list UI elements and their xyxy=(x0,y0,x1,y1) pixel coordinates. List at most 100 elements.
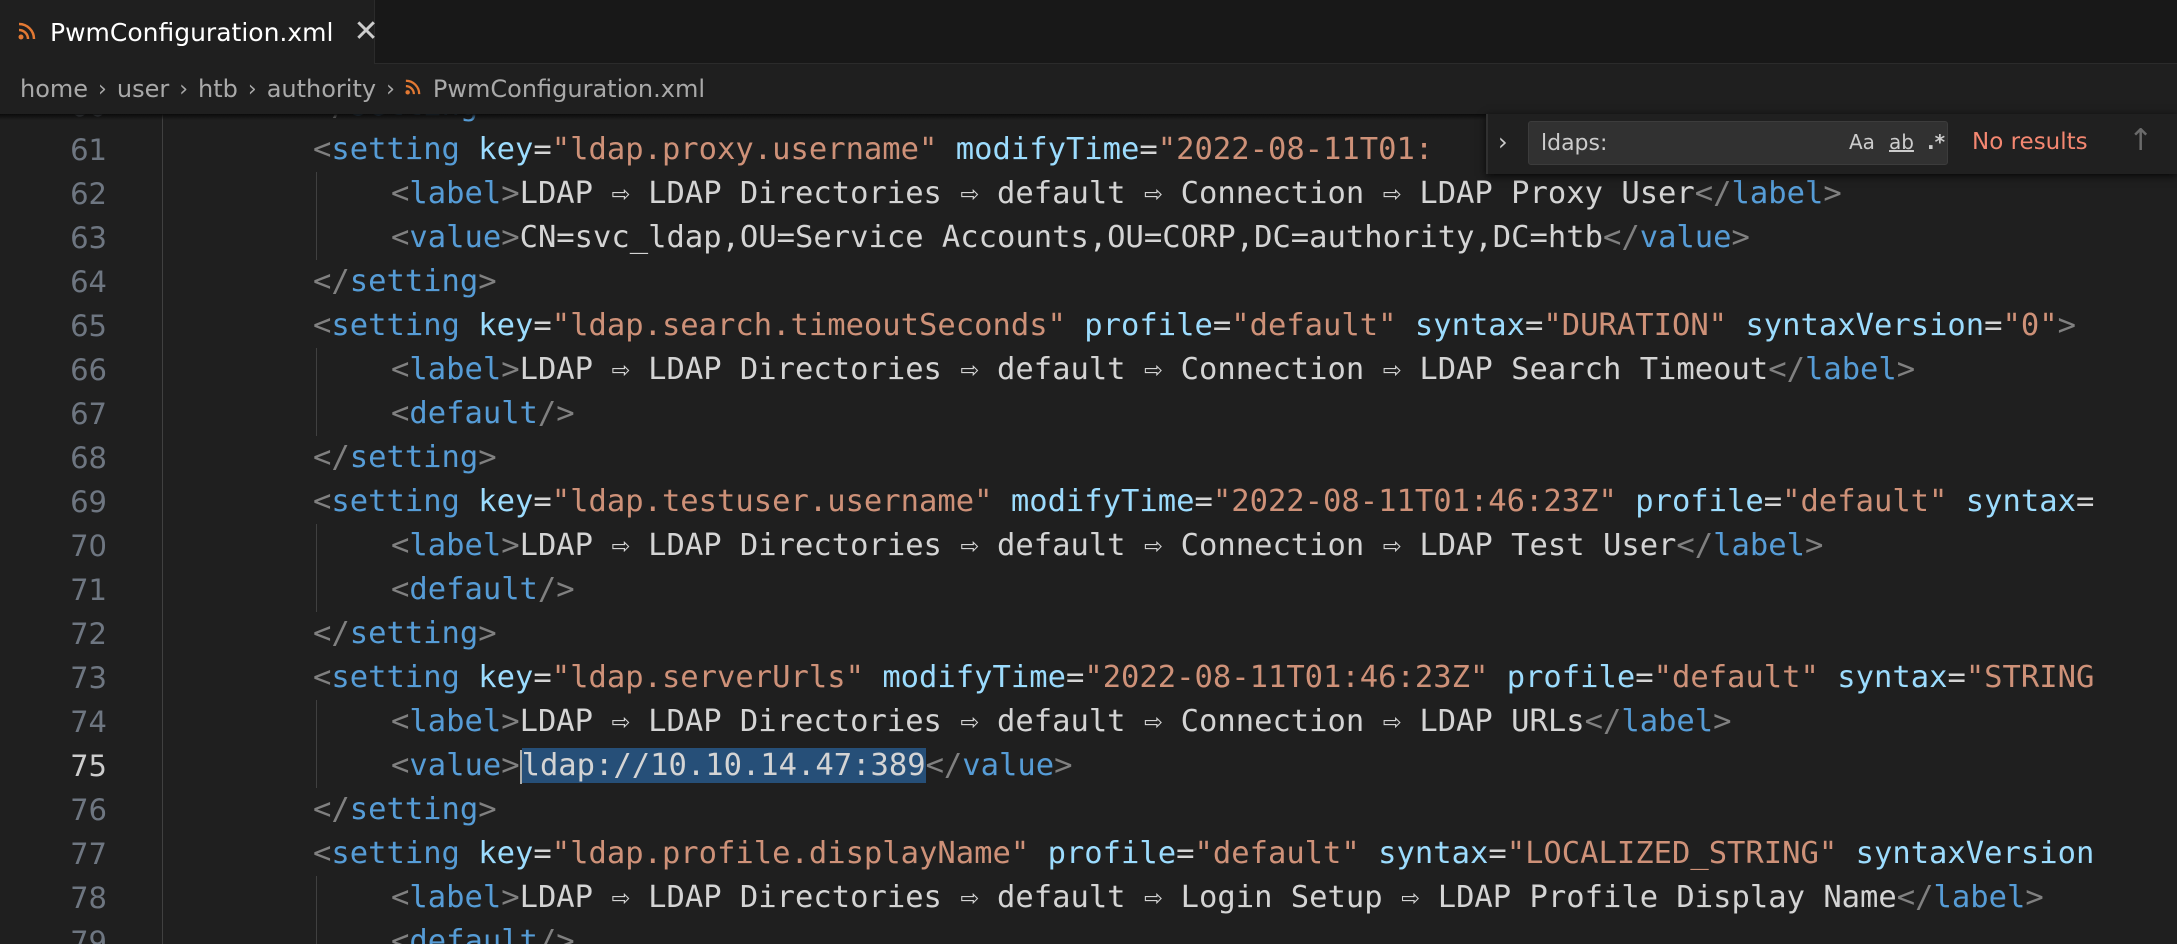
code-token: setting xyxy=(331,836,460,871)
code-token: "2022-08-11T01:46:23Z" xyxy=(1084,660,1489,695)
code-text: <value>ldap://10.10.14.47:389</value> xyxy=(391,744,1073,788)
code-token: </ xyxy=(1676,528,1714,563)
code-token: "ldap.profile.displayName" xyxy=(551,836,1030,871)
code-token: > xyxy=(501,528,520,563)
code-token: profile xyxy=(1506,660,1636,695)
indent-guide xyxy=(316,920,317,944)
indent-guide xyxy=(162,876,163,920)
breadcrumb-home[interactable]: home xyxy=(20,75,88,103)
breadcrumb-file[interactable]: PwmConfiguration.xml xyxy=(433,75,705,103)
code-token: value xyxy=(409,220,502,255)
code-token: < xyxy=(391,352,410,387)
chevron-right-icon[interactable]: › xyxy=(1498,128,1508,156)
code-token: > xyxy=(1731,220,1750,255)
indent-guide xyxy=(162,172,163,216)
code-token: modifyTime xyxy=(955,132,1140,167)
code-line: 75 <value>ldap://10.10.14.47:389</value> xyxy=(0,744,2177,788)
indent-guide xyxy=(316,216,317,260)
editor-lines: 60</setting>61<setting key="ldap.proxy.u… xyxy=(0,114,2177,944)
code-line: 69 <setting key="ldap.testuser.username" … xyxy=(0,480,2177,524)
code-text: </setting> xyxy=(313,612,497,656)
code-token: modifyTime xyxy=(882,660,1066,695)
code-token: modifyTime xyxy=(1010,484,1195,519)
code-token: </ xyxy=(1896,880,1934,915)
match-whole-word-toggle[interactable]: ab xyxy=(1889,130,1914,154)
code-token: setting xyxy=(331,308,460,343)
code-text: </setting> xyxy=(313,788,497,832)
line-number: 68 xyxy=(70,441,107,475)
code-token: </ xyxy=(313,792,350,827)
code-token: = xyxy=(1176,836,1195,871)
tab-pwmconfiguration[interactable]: PwmConfiguration.xml ✕ xyxy=(0,0,379,64)
indent-guide xyxy=(162,524,163,568)
code-text: <default/> xyxy=(391,920,575,944)
code-token: = xyxy=(1947,660,1966,695)
code-token: setting xyxy=(349,792,479,827)
code-token: key xyxy=(478,132,534,167)
code-token: > xyxy=(1713,704,1732,739)
code-token: label xyxy=(1804,352,1897,387)
breadcrumb-htb[interactable]: htb xyxy=(198,75,238,103)
tab-bar: PwmConfiguration.xml ✕ xyxy=(0,0,2177,64)
code-token: </ xyxy=(313,616,350,651)
code-token: </ xyxy=(925,748,963,783)
find-input[interactable] xyxy=(1529,122,1819,164)
code-token: < xyxy=(313,308,332,343)
indent-guide xyxy=(162,788,163,832)
code-token: label xyxy=(409,880,502,915)
breadcrumb-user[interactable]: user xyxy=(117,75,169,103)
match-case-toggle[interactable]: Aa xyxy=(1849,130,1875,154)
close-icon[interactable]: ✕ xyxy=(353,17,378,47)
regex-toggle[interactable]: .* xyxy=(1927,130,1945,154)
code-token: label xyxy=(1933,880,2026,915)
code-token: < xyxy=(313,132,332,167)
code-token: "2022-08-11T01:46:23Z" xyxy=(1212,484,1617,519)
code-token: > xyxy=(501,176,520,211)
code-token: setting xyxy=(331,660,460,695)
line-number: 64 xyxy=(70,265,107,299)
code-token: < xyxy=(391,924,410,944)
code-token: LDAP ⇨ LDAP Directories ⇨ default ⇨ Logi… xyxy=(519,880,1897,915)
arrow-up-icon[interactable]: ↑ xyxy=(2128,123,2153,158)
code-token: key xyxy=(478,308,534,343)
breadcrumb-authority[interactable]: authority xyxy=(267,75,376,103)
code-token: </ xyxy=(1768,352,1805,387)
indent-guide xyxy=(316,744,317,788)
code-token: > xyxy=(478,264,497,299)
find-status: No results xyxy=(1972,129,2088,155)
tab-title: PwmConfiguration.xml xyxy=(50,17,334,47)
line-number: 79 xyxy=(70,925,107,944)
line-number: 78 xyxy=(70,881,107,915)
code-line: 74 <label>LDAP ⇨ LDAP Directories ⇨ defau… xyxy=(0,700,2177,744)
code-line: 72 </setting> xyxy=(0,612,2177,656)
rss-icon xyxy=(18,22,36,43)
find-box: Aa ab .* xyxy=(1528,121,1948,165)
indent-guide xyxy=(162,744,163,788)
code-token: = xyxy=(533,660,552,695)
code-token: < xyxy=(391,572,410,607)
code-token: </ xyxy=(313,440,350,475)
code-text: <setting key="ldap.serverUrls" modifyTim… xyxy=(313,656,2094,700)
line-number: 67 xyxy=(70,397,107,431)
code-text: <setting key="ldap.proxy.username" modif… xyxy=(313,128,1433,172)
breadcrumb: home › user › htb › authority › PwmConfi… xyxy=(0,64,2177,114)
code-token: LDAP ⇨ LDAP Directories ⇨ default ⇨ Conn… xyxy=(519,352,1769,387)
code-token: LDAP ⇨ LDAP Directories ⇨ default ⇨ Conn… xyxy=(519,528,1677,563)
code-token: label xyxy=(409,176,502,211)
code-token: setting xyxy=(349,440,479,475)
code-line: 66 <label>LDAP ⇨ LDAP Directories ⇨ defau… xyxy=(0,348,2177,392)
code-token: = xyxy=(533,132,552,167)
chevron-right-icon: › xyxy=(98,76,107,102)
code-text: <label>LDAP ⇨ LDAP Directories ⇨ default… xyxy=(391,524,1823,568)
code-token: "LOCALIZED_STRING" xyxy=(1506,836,1838,871)
code-token: > xyxy=(2057,308,2076,343)
code-text: </setting> xyxy=(313,436,497,480)
code-editor[interactable]: 60</setting>61<setting key="ldap.proxy.u… xyxy=(0,114,2177,944)
